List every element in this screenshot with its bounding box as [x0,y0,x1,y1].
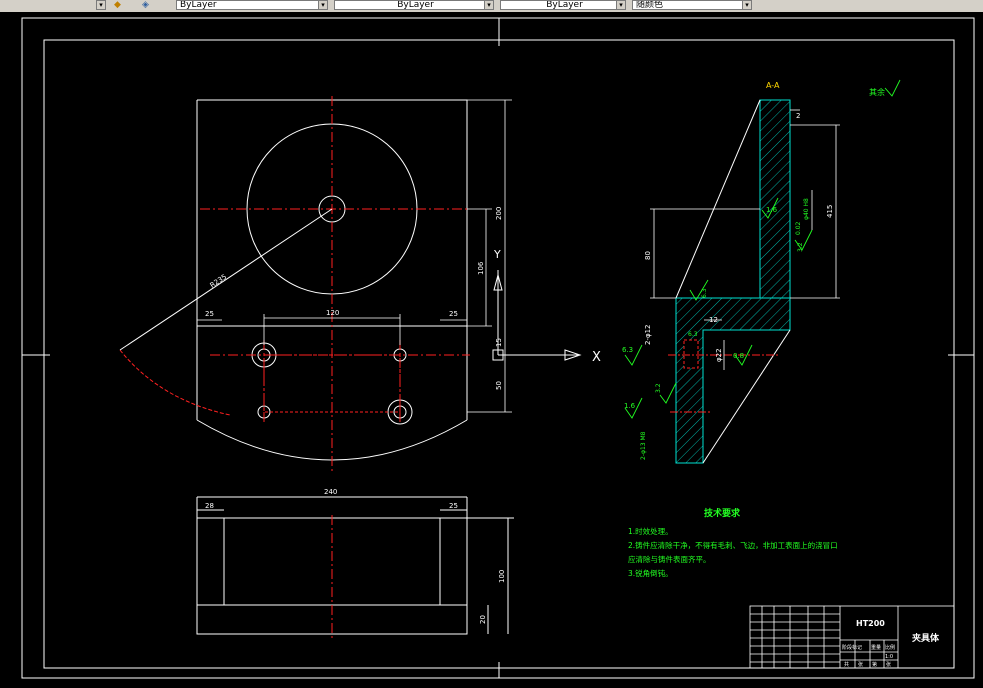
roughness-1: 1.6 [766,206,778,214]
color-combo-arrow[interactable]: ▾ [318,0,328,10]
dim-sec-12: 12 [709,316,718,324]
model-space-background [0,12,983,688]
plotstyle-combo-arrow[interactable]: ▾ [742,0,752,10]
title-block-scale-value: 1:0 [885,654,893,660]
title-block-sheet-total: 共 [844,661,849,668]
drawing-canvas[interactable]: R235 120 25 25 200 106 15 50 Y X 240 28 … [0,12,983,688]
roughness-others-label: 其余 [869,87,885,97]
dim-sec-thread: 2-φ13 M8 [640,431,647,460]
roughness-7: 3.2 [655,383,662,393]
title-block-stage: 阶段标记 [842,644,862,651]
dim-200: 200 [495,207,503,220]
title-block-scale: 比例 [885,644,895,651]
linetype-combo[interactable]: ByLayer [334,0,494,10]
notes-line-2: 2.铸件应清除干净，不得有毛刺、飞边，非加工表面上的浇冒口 [628,540,838,550]
dim-50: 50 [495,381,503,390]
dim-15: 15 [495,338,503,347]
color-combo[interactable]: ByLayer [176,0,328,10]
title-block-sheet-2: 张 [886,661,891,668]
layer-previous-icon[interactable]: ◈ [142,0,149,10]
notes-line-4: 3.锐角倒钝。 [628,568,673,578]
dim-right-25: 25 [449,310,458,318]
ucs-x-label: X [592,350,601,365]
section-label: A-A [766,81,780,90]
roughness-8: 1.6 [624,402,636,410]
notes-title: 技术要求 [704,507,741,519]
dim-sec-phi40: φ40 H8 [803,198,810,220]
dim-bottom-25: 25 [449,502,458,510]
ucs-y-label: Y [493,248,501,261]
title-block-name: 夹具体 [912,632,940,644]
lineweight-combo-value: ByLayer [546,0,583,10]
layer-match-icon[interactable]: ◆ [114,0,121,10]
dim-sec-tol: 0.02 [795,221,802,235]
lineweight-combo[interactable]: ByLayer [500,0,626,10]
roughness-3: 6.3 [701,288,708,298]
dim-left-25: 25 [205,310,214,318]
layer-dropdown-arrow[interactable]: ▾ [96,0,106,10]
dim-240: 240 [324,488,337,496]
dim-sec-415: 415 [826,205,834,218]
notes-line-1: 1.时效处理。 [628,526,673,536]
notes-line-3: 应清除与铸件表面齐平。 [628,554,711,564]
roughness-6: 6.3 [622,346,633,354]
title-block-weight: 重量 [871,644,881,651]
color-combo-value: ByLayer [180,0,217,10]
dim-106: 106 [477,261,485,275]
title-block-material: HT200 [856,619,885,628]
roughness-2: 3.2 [797,242,804,252]
title-block-sheet-1: 张 [858,661,863,668]
title-block-sheet-no: 第 [872,661,877,668]
lineweight-combo-arrow[interactable]: ▾ [616,0,626,10]
dim-sec-2phi12: 2-φ12 [644,324,652,345]
dim-sec-phi22: φ22 [715,348,723,362]
dim-120: 120 [326,309,339,317]
roughness-5: 0.8 [733,352,744,360]
plotstyle-combo[interactable]: 随颜色 [632,0,752,10]
plotstyle-combo-value: 随颜色 [636,0,664,10]
dim-sec-2: 2 [796,112,800,120]
linetype-combo-value: ByLayer [397,0,434,10]
dim-bottom-28: 28 [205,502,214,510]
dim-20: 20 [479,615,487,624]
linetype-combo-arrow[interactable]: ▾ [484,0,494,10]
dim-sec-80: 80 [644,251,652,260]
roughness-4: 6.3 [688,331,698,338]
dim-100: 100 [498,570,506,583]
